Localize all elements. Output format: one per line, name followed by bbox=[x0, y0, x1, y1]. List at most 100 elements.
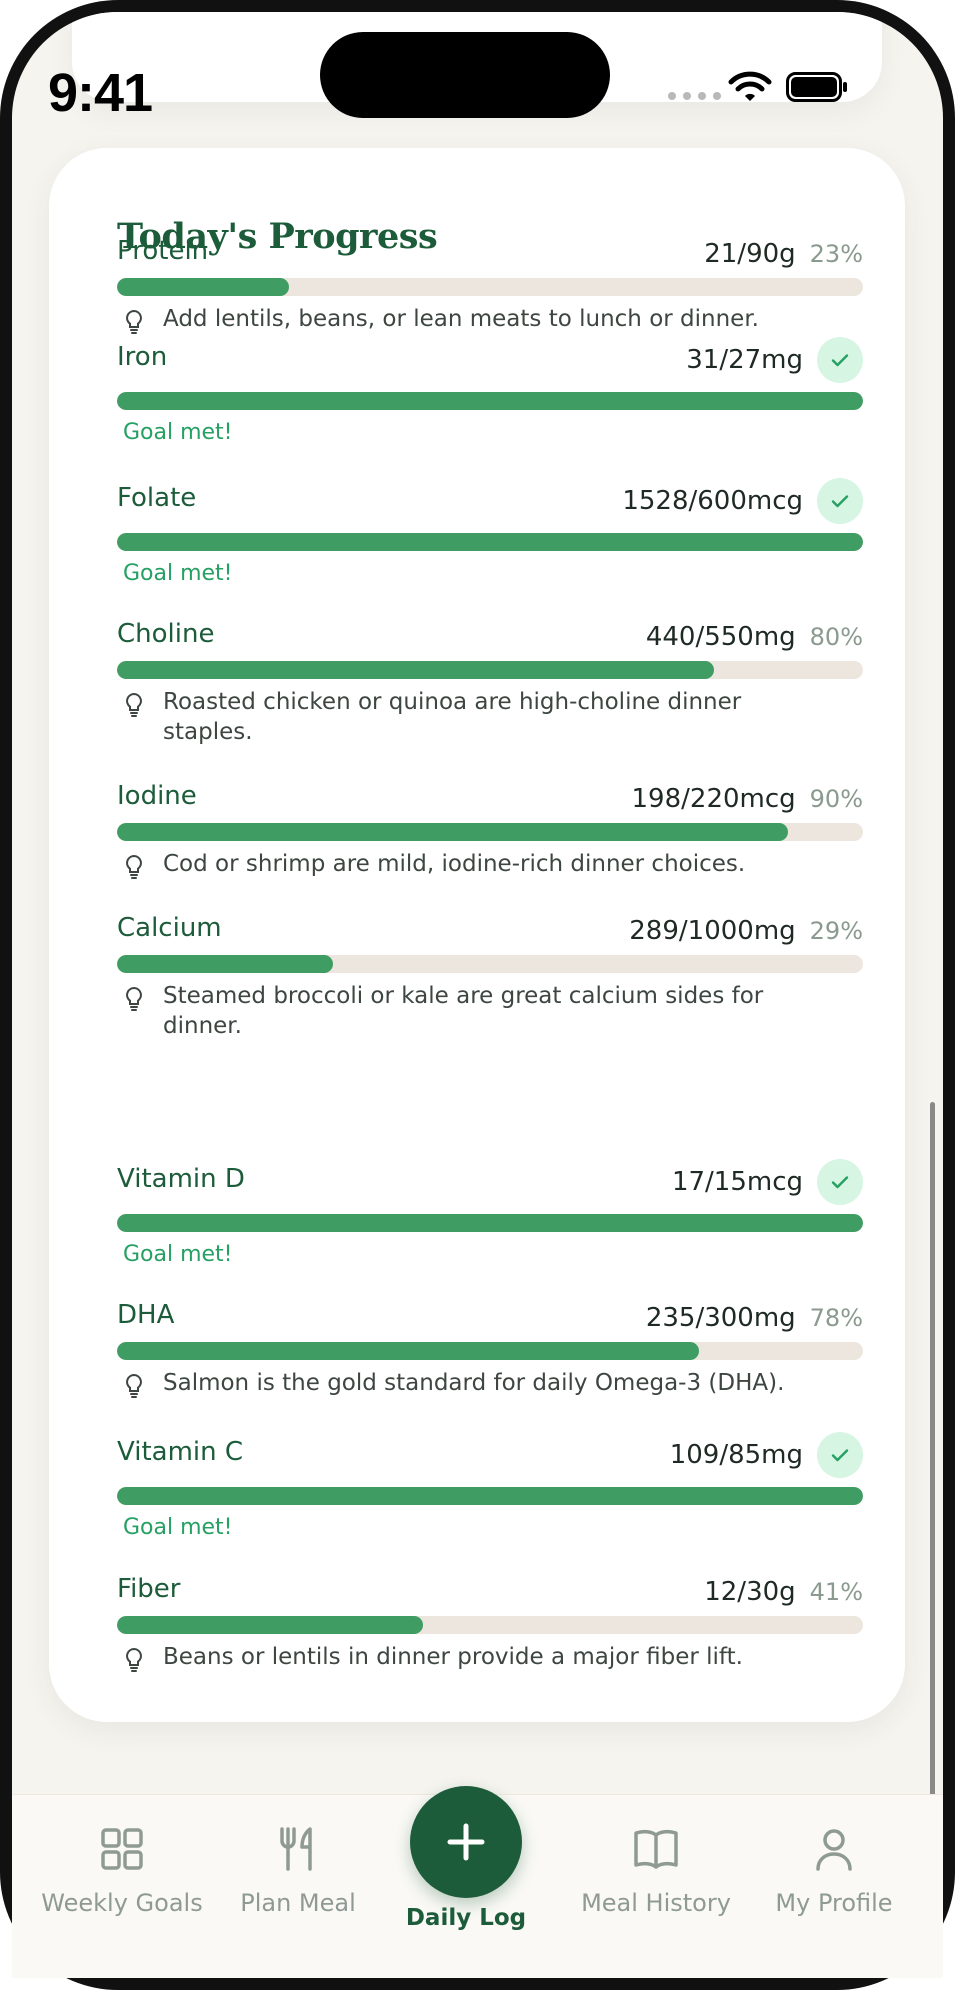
progress-bar bbox=[117, 955, 863, 973]
progress-bar-fill bbox=[117, 955, 334, 973]
progress-bar bbox=[117, 533, 863, 551]
goal-met-label: Goal met! bbox=[123, 420, 233, 445]
status-time: 9:41 bbox=[48, 63, 153, 123]
nutrient-folate: Folate 1528/600mcg Goal met! bbox=[117, 477, 863, 586]
tip-text: Roasted chicken or quinoa are high-choli… bbox=[163, 689, 742, 745]
nutrient-value: 440/550mg bbox=[645, 622, 796, 652]
lightbulb-icon bbox=[126, 854, 142, 879]
lightbulb-icon bbox=[126, 1647, 142, 1672]
tab-label: Weekly Goals bbox=[41, 1889, 203, 1917]
goal-met-label: Goal met! bbox=[123, 1242, 233, 1267]
progress-bar-fill bbox=[117, 1342, 699, 1360]
progress-bar bbox=[117, 278, 863, 296]
nutrient-name: Choline bbox=[117, 619, 215, 649]
tab-label: My Profile bbox=[775, 1889, 893, 1917]
battery-icon bbox=[786, 72, 847, 102]
tip-text: Salmon is the gold standard for daily Om… bbox=[163, 1370, 785, 1396]
nutrient-tip: Roasted chicken or quinoa are high-choli… bbox=[117, 687, 863, 747]
scrollbar[interactable] bbox=[930, 1102, 935, 1842]
nutrient-iodine: Iodine 198/220mcg 90% Cod or shrimp are … bbox=[117, 775, 863, 879]
nutrient-name: Vitamin C bbox=[117, 1437, 244, 1467]
progress-bar-fill bbox=[117, 278, 289, 296]
nutrient-value: 17/15mcg bbox=[671, 1167, 803, 1197]
tab-weekly-goals[interactable]: Weekly Goals bbox=[32, 1795, 212, 1917]
progress-bar bbox=[117, 661, 863, 679]
nutrient-calcium: Calcium 289/1000mg 29% Steamed broccoli … bbox=[117, 907, 863, 1041]
wifi-icon bbox=[728, 71, 772, 101]
nutrient-percent: 29% bbox=[809, 917, 863, 945]
phone-frame: Today's Progress Protein 21/90g 23% Add … bbox=[0, 0, 955, 1990]
nutrient-value: 235/300mg bbox=[645, 1303, 796, 1333]
progress-bar bbox=[117, 392, 863, 410]
nutrient-tip: Beans or lentils in dinner provide a maj… bbox=[117, 1642, 863, 1672]
tab-my-profile[interactable]: My Profile bbox=[744, 1795, 924, 1917]
daily-log-button[interactable] bbox=[410, 1786, 522, 1898]
progress-bar-fill bbox=[117, 533, 863, 551]
progress-bar-fill bbox=[117, 392, 863, 410]
nutrient-tip: Salmon is the gold standard for daily Om… bbox=[117, 1368, 863, 1398]
nutrient-tip: Steamed broccoli or kale are great calci… bbox=[117, 981, 863, 1041]
progress-bar-fill bbox=[117, 661, 714, 679]
nutrient-value: 1528/600mcg bbox=[622, 486, 803, 516]
nutrient-percent: 23% bbox=[809, 240, 863, 268]
progress-bar-fill bbox=[117, 823, 789, 841]
check-badge bbox=[817, 1159, 863, 1205]
lightbulb-icon bbox=[126, 986, 142, 1011]
nutrient-name: Iron bbox=[117, 342, 168, 372]
nutrient-name: Vitamin D bbox=[117, 1164, 245, 1194]
nutrient-value: 31/27mg bbox=[686, 345, 803, 375]
progress-card: Today's Progress Protein 21/90g 23% Add … bbox=[49, 148, 905, 1722]
nutrient-iron: Iron 31/27mg Goal met! bbox=[117, 336, 863, 445]
nutrient-value: 109/85mg bbox=[669, 1440, 803, 1470]
grid-icon bbox=[101, 1828, 143, 1870]
nutrient-vitamin-d: Vitamin D 17/15mcg Goal met! bbox=[117, 1158, 863, 1267]
tip-text: Cod or shrimp are mild, iodine-rich dinn… bbox=[163, 851, 746, 877]
check-icon bbox=[831, 354, 849, 367]
nutrient-name: Fiber bbox=[117, 1574, 181, 1604]
check-icon bbox=[831, 1176, 849, 1189]
tip-text: Add lentils, beans, or lean meats to lun… bbox=[163, 306, 759, 332]
lightbulb-icon bbox=[126, 1373, 142, 1398]
signal-icon bbox=[668, 92, 721, 100]
tab-label: Meal History bbox=[581, 1889, 731, 1917]
progress-bar bbox=[117, 1616, 863, 1634]
nutrient-choline: Choline 440/550mg 80% Roasted chicken or… bbox=[117, 613, 863, 747]
nutrient-value: 289/1000mg bbox=[629, 916, 796, 946]
goal-met-label: Goal met! bbox=[123, 1515, 233, 1540]
check-icon bbox=[831, 495, 849, 508]
tab-plan-meal[interactable]: Plan Meal bbox=[208, 1795, 388, 1917]
nutrient-percent: 80% bbox=[809, 623, 863, 651]
dynamic-island bbox=[320, 32, 610, 118]
nutrient-percent: 90% bbox=[809, 785, 863, 813]
progress-bar bbox=[117, 1342, 863, 1360]
nutrient-vitamin-c: Vitamin C 109/85mg Goal met! bbox=[117, 1431, 863, 1540]
person-icon bbox=[816, 1829, 852, 1871]
goal-met-label: Goal met! bbox=[123, 561, 233, 586]
tab-meal-history[interactable]: Meal History bbox=[566, 1795, 746, 1917]
nutrient-value: 21/90g bbox=[704, 239, 796, 269]
nutrient-tip: Add lentils, beans, or lean meats to lun… bbox=[117, 304, 863, 334]
nutrient-fiber: Fiber 12/30g 41% Beans or lentils in din… bbox=[117, 1568, 863, 1672]
fork-knife-icon bbox=[280, 1827, 312, 1871]
book-icon bbox=[634, 1829, 678, 1869]
nutrient-percent: 41% bbox=[809, 1578, 863, 1606]
nutrient-name: Folate bbox=[117, 483, 197, 513]
check-icon bbox=[831, 1449, 849, 1462]
tip-text: Beans or lentils in dinner provide a maj… bbox=[163, 1644, 743, 1670]
lightbulb-icon bbox=[126, 309, 142, 334]
nutrient-name: Calcium bbox=[117, 913, 222, 943]
nutrient-value: 198/220mcg bbox=[631, 784, 796, 814]
nutrient-name: Iodine bbox=[117, 781, 197, 811]
nutrient-percent: 78% bbox=[809, 1304, 863, 1332]
screen: Today's Progress Protein 21/90g 23% Add … bbox=[12, 12, 943, 1978]
tab-label: Plan Meal bbox=[240, 1889, 356, 1917]
nutrient-value: 12/30g bbox=[704, 1577, 796, 1607]
tab-daily-log-label: Daily Log bbox=[405, 1905, 527, 1931]
progress-bar bbox=[117, 823, 863, 841]
progress-bar-fill bbox=[117, 1616, 423, 1634]
plus-icon bbox=[447, 1823, 485, 1861]
tip-text: Steamed broccoli or kale are great calci… bbox=[163, 983, 764, 1039]
nutrient-name: DHA bbox=[117, 1300, 175, 1330]
check-badge bbox=[817, 478, 863, 524]
nutrient-dha: DHA 235/300mg 78% Salmon is the gold sta… bbox=[117, 1294, 863, 1398]
